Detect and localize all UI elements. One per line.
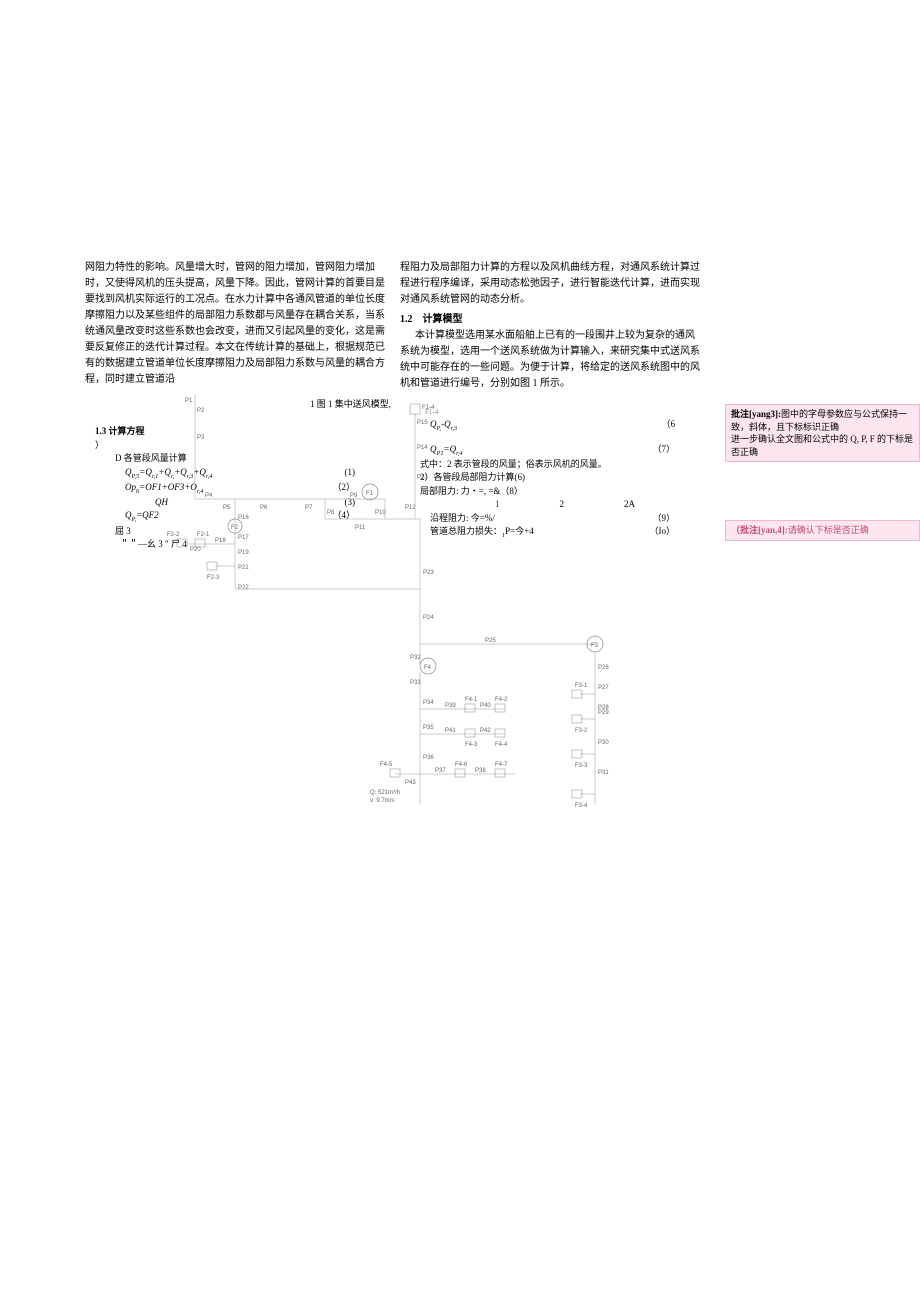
svg-text:F2-2: F2-2 [167, 532, 180, 538]
svg-text:F4-4: F4-4 [495, 742, 508, 748]
svg-text:F4: F4 [424, 665, 432, 671]
svg-text:P41: P41 [445, 728, 456, 734]
svg-text:F1: F1 [366, 491, 374, 497]
svg-text:P38: P38 [475, 768, 486, 774]
svg-text:P37: P37 [435, 768, 446, 774]
section-1-2-title: 1.2 计算模型 [400, 312, 700, 328]
svg-text:F4-7: F4-7 [495, 762, 508, 768]
svg-text:P9: P9 [350, 493, 358, 499]
svg-text:F2: F2 [231, 525, 239, 531]
comment-yang3-body2: 进一步确认全文图和公式中的 Q, P, F 的下标是否正确 [731, 433, 914, 458]
comment-yan4-tag: （批注[yan,4]: [731, 525, 788, 535]
svg-text:P7: P7 [305, 505, 313, 511]
svg-text:F3-3: F3-3 [575, 763, 588, 769]
svg-text:F2-1: F2-1 [197, 532, 210, 538]
eq4-lhs: QP,=QF2 [125, 509, 159, 524]
svg-text:P11: P11 [355, 525, 366, 531]
svg-text:P1: P1 [185, 398, 193, 404]
svg-text:P18: P18 [215, 538, 226, 544]
svg-text:P8: P8 [327, 510, 335, 516]
svg-text:P14: P14 [417, 445, 428, 451]
svg-text:P27: P27 [598, 685, 609, 691]
svg-text:P22: P22 [238, 585, 249, 591]
svg-text:P6: P6 [260, 505, 268, 511]
svg-text:P5: P5 [223, 505, 231, 511]
svg-text:P15: P15 [417, 420, 428, 426]
svg-text:F4-5: F4-5 [380, 762, 393, 768]
svg-text:P24: P24 [423, 615, 434, 621]
svg-text:P4: P4 [205, 493, 213, 499]
svg-text:P25: P25 [485, 638, 496, 644]
svg-text:F2-3: F2-3 [207, 575, 220, 581]
right-column: 程阻力及局部阻力计算的方程以及风机曲线方程，对通风系统计算过程进行程序编译，采用… [400, 260, 700, 392]
svg-text:P21: P21 [238, 565, 249, 571]
comment-yang3[interactable]: 批注[yang3]:图中的字母参数应与公式保持一致，斜体，且下标标识正确 进一步… [725, 404, 920, 462]
svg-text:F4-1: F4-1 [465, 697, 478, 703]
svg-text:P26: P26 [598, 665, 609, 671]
diagram-annot-q: Q: 521m³/h [370, 790, 400, 796]
section-1-2-body: 本计算模型选用某水面船舶上已有的一段围井上较为复杂的通风系统为模型，选用一个送风… [400, 328, 700, 392]
svg-text:F1-4: F1-4 [422, 405, 435, 411]
comment-yan4[interactable]: （批注[yan,4]:请确认下标是否正确 [725, 520, 920, 541]
svg-text:P42: P42 [480, 728, 491, 734]
piping-diagram: P1 P2 P3 P4 P5 P16 F2 P17 P18 F2-1 F2-2 P… [165, 394, 665, 894]
svg-text:P34: P34 [423, 700, 434, 706]
svg-text:P32: P32 [410, 655, 421, 661]
left-paragraph: 网阻力特性的影响。风量增大时，管网的阻力增加，管网阻力增加时，又使得风机的压头提… [85, 260, 385, 388]
svg-text:P13: P13 [417, 475, 428, 481]
svg-text:P29: P29 [598, 710, 609, 716]
svg-text:F3-1: F3-1 [575, 683, 588, 689]
svg-text:P35: P35 [423, 725, 434, 731]
svg-text:F4-3: F4-3 [465, 742, 478, 748]
svg-text:F3-4: F3-4 [575, 803, 588, 809]
svg-text:P33: P33 [410, 680, 421, 686]
svg-text:P43: P43 [405, 780, 416, 786]
svg-text:P20: P20 [190, 547, 201, 553]
svg-text:P19: P19 [238, 550, 249, 556]
svg-text:F4-6: F4-6 [455, 762, 468, 768]
comment-yang3-tag: 批注[yang3]: [731, 409, 781, 419]
svg-text:P3: P3 [197, 435, 205, 441]
svg-text:F3: F3 [591, 643, 599, 649]
svg-text:P36: P36 [423, 755, 434, 761]
svg-text:F3-2: F3-2 [575, 728, 588, 734]
svg-text:P17: P17 [238, 535, 249, 541]
diagram-annot-v: v: 9.7m/s [370, 798, 394, 804]
svg-text:F4-2: F4-2 [495, 697, 508, 703]
svg-text:P30: P30 [598, 740, 609, 746]
comment-yan4-body: 请确认下标是否正确 [788, 525, 869, 535]
svg-text:P31: P31 [598, 770, 609, 776]
svg-text:P16: P16 [238, 515, 249, 521]
svg-text:P2: P2 [197, 408, 205, 414]
svg-text:P10: P10 [375, 510, 386, 516]
svg-text:P23: P23 [423, 570, 434, 576]
left-column: 网阻力特性的影响。风量增大时，管网的阻力增加，管网阻力增加时，又使得风机的压头提… [85, 260, 385, 388]
svg-text:P12: P12 [405, 505, 416, 511]
svg-text:P39: P39 [445, 703, 456, 709]
right-paragraph-1: 程阻力及局部阻力计算的方程以及风机曲线方程，对通风系统计算过程进行程序编译，采用… [400, 260, 700, 308]
svg-text:P40: P40 [480, 703, 491, 709]
